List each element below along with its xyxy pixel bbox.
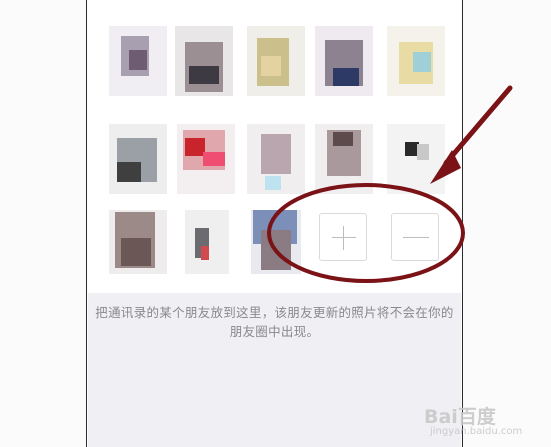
friend-avatar[interactable] (387, 124, 445, 194)
phone-screen: 把通讯录的某个朋友放到这里，该朋友更新的照片将不会在你的朋友圈中出现。 (86, 0, 463, 447)
plus-icon (332, 237, 356, 238)
friend-avatar[interactable] (387, 26, 445, 96)
plus-icon-vertical (343, 226, 344, 250)
friend-avatar[interactable] (109, 26, 167, 96)
watermark-brand: Bai百度 (424, 406, 496, 428)
friend-avatar[interactable] (251, 210, 309, 280)
add-member-button[interactable] (319, 213, 367, 261)
friend-avatar[interactable] (315, 26, 373, 96)
friend-avatar[interactable] (109, 124, 167, 194)
privacy-note: 把通讯录的某个朋友放到这里，该朋友更新的照片将不会在你的朋友圈中出现。 (95, 305, 454, 339)
friend-avatar[interactable] (315, 124, 373, 194)
friend-avatar[interactable] (185, 210, 243, 280)
watermark-domain: jingyan.baidu.com (430, 426, 523, 437)
footer-area: 把通讯录的某个朋友放到这里，该朋友更新的照片将不会在你的朋友圈中出现。 (88, 293, 461, 447)
friend-avatar[interactable] (247, 26, 305, 96)
remove-member-button[interactable] (391, 213, 439, 261)
minus-icon (403, 237, 429, 238)
friend-avatar[interactable] (177, 124, 235, 194)
friend-avatar[interactable] (175, 26, 233, 96)
friend-avatar[interactable] (247, 124, 305, 194)
friend-avatar[interactable] (109, 210, 167, 280)
